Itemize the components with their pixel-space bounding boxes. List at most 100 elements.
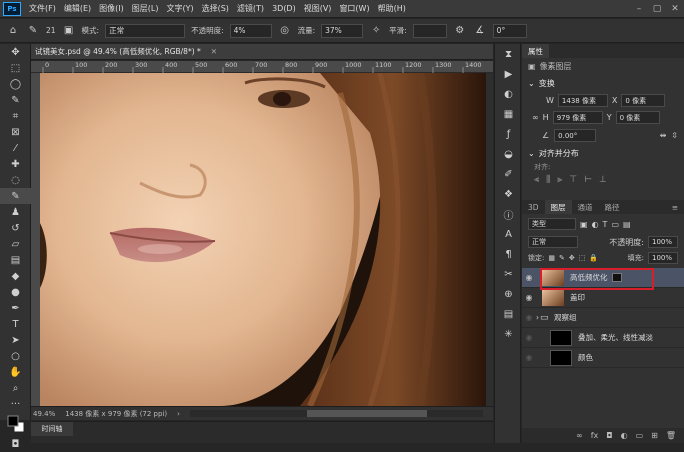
type-tool-icon[interactable]: T — [0, 316, 31, 332]
status-arrow-icon[interactable]: › — [177, 410, 180, 418]
delete-layer-icon[interactable]: 🗑 — [666, 431, 676, 440]
height-field[interactable]: 979 像素 — [552, 111, 603, 124]
menu-edit[interactable]: 编辑(E) — [60, 3, 95, 14]
filter-adjust-icon[interactable]: ◐ — [592, 220, 599, 229]
eye-icon[interactable]: ◉ — [522, 353, 536, 362]
brush-size[interactable]: 21 — [46, 26, 56, 35]
collapse-arrow-icon[interactable]: ⌄ — [528, 79, 535, 88]
clone-stamp-tool-icon[interactable]: ♟ — [0, 204, 31, 220]
lasso-tool-icon[interactable]: ◯ — [0, 76, 31, 92]
lock-all-icon[interactable]: 🔒 — [589, 254, 598, 262]
document-info[interactable]: 1438 像素 x 979 像素 (72 ppi) — [65, 409, 167, 419]
paragraph-icon[interactable]: ¶ — [495, 244, 522, 264]
menu-layer[interactable]: 图层(L) — [128, 3, 163, 14]
filter-shape-icon[interactable]: ▭ — [611, 220, 619, 229]
document-tab[interactable]: 试镜美女.psd @ 49.4% (高低频优化, RGB/8*) * ✕ — [31, 44, 493, 60]
libraries-icon[interactable]: ▦ — [495, 104, 522, 124]
link-icon[interactable]: ∞ — [532, 113, 539, 122]
clone-source-icon[interactable]: ❖ — [495, 184, 522, 204]
horizontal-scrollbar[interactable] — [189, 410, 483, 417]
eye-icon[interactable]: ◉ — [522, 333, 536, 342]
character-icon[interactable]: A — [495, 224, 522, 244]
close-window-button[interactable]: ✕ — [666, 4, 684, 14]
tab-paths[interactable]: 路径 — [599, 200, 626, 214]
tab-channels[interactable]: 通道 — [572, 200, 599, 214]
y-field[interactable]: 0 像素 — [615, 111, 660, 124]
adjustments-icon[interactable]: ◐ — [495, 84, 522, 104]
align-left-icon[interactable]: ⫷ — [534, 175, 539, 185]
layer-row[interactable]: ◉ › ▭ 观察组 — [522, 308, 684, 328]
menu-help[interactable]: 帮助(H) — [374, 3, 410, 14]
gradient-tool-icon[interactable]: ▤ — [0, 252, 31, 268]
tab-properties[interactable]: 属性 — [522, 44, 549, 58]
hand-tool-icon[interactable]: ✋ — [0, 364, 31, 380]
width-field[interactable]: 1438 像素 — [557, 94, 608, 107]
opacity-input[interactable]: 4% — [229, 23, 272, 38]
transform-section[interactable]: ⌄ 变换 — [522, 75, 684, 92]
new-group-icon[interactable]: ▭ — [636, 431, 644, 440]
dodge-tool-icon[interactable]: ● — [0, 284, 31, 300]
healing-brush-tool-icon[interactable]: ✚ — [0, 156, 31, 172]
maximize-button[interactable]: ▢ — [648, 4, 666, 14]
pressure-opacity-icon[interactable]: ◎ — [278, 25, 292, 36]
frame-tool-icon[interactable]: ⊠ — [0, 124, 31, 140]
add-mask-icon[interactable]: ◘ — [606, 431, 612, 440]
layer-filter-select[interactable]: 类型 — [528, 218, 576, 230]
brush-tool-icon[interactable]: ✎ — [0, 188, 31, 204]
angle-field[interactable]: 0.00° — [554, 129, 597, 142]
layer-opacity-input[interactable]: 100% — [648, 236, 678, 248]
eye-icon[interactable]: ◉ — [522, 273, 536, 282]
layer-row[interactable]: ◉ 高低频优化 — [522, 268, 684, 290]
layer-row[interactable]: ◉ 盖印 — [522, 288, 684, 308]
ellipse-tool-icon[interactable]: ○ — [0, 348, 31, 364]
layer-name[interactable]: 叠加、柔光、线性减淡 — [578, 332, 653, 343]
filter-smart-icon[interactable]: ▤ — [623, 220, 631, 229]
align-section[interactable]: ⌄ 对齐并分布 — [522, 145, 684, 162]
filter-type-icon[interactable]: T — [603, 220, 608, 229]
history-icon[interactable]: ⧗ — [495, 44, 522, 64]
align-hcenter-icon[interactable]: ⫼ — [546, 175, 550, 185]
mode-select[interactable]: 正常 — [105, 23, 186, 38]
quick-mask-icon[interactable]: ◘ — [0, 436, 31, 452]
actions-play-icon[interactable]: ▶ — [495, 64, 522, 84]
layer-name[interactable]: 盖印 — [570, 292, 585, 303]
brush-settings-icon[interactable]: ✐ — [495, 164, 522, 184]
tab-3d[interactable]: 3D — [522, 200, 545, 214]
lock-move-icon[interactable]: ✥ — [569, 254, 575, 262]
blur-tool-icon[interactable]: ◆ — [0, 268, 31, 284]
layer-name[interactable]: 观察组 — [554, 312, 577, 323]
lock-paint-icon[interactable]: ✎ — [559, 254, 565, 262]
link-layers-icon[interactable]: ∞ — [576, 431, 583, 440]
document-canvas[interactable] — [40, 73, 486, 406]
x-field[interactable]: 0 像素 — [621, 94, 666, 107]
menu-view[interactable]: 视图(V) — [300, 3, 336, 14]
channels-icon[interactable]: ▤ — [495, 304, 522, 324]
more-tools-icon[interactable]: ··· — [0, 396, 31, 412]
styles-icon[interactable]: ✳ — [495, 324, 522, 344]
menu-type[interactable]: 文字(Y) — [162, 3, 197, 14]
align-bottom-icon[interactable]: ⊥ — [599, 175, 607, 185]
close-tab-icon[interactable]: ✕ — [211, 47, 217, 56]
swatches-icon[interactable]: ◒ — [495, 144, 522, 164]
menu-3d[interactable]: 3D(D) — [268, 4, 300, 13]
crop-tool-icon[interactable]: ⌗ — [0, 108, 31, 124]
scrollbar-thumb[interactable] — [307, 410, 428, 417]
eye-icon[interactable]: ◉ — [522, 313, 536, 322]
navigator-icon[interactable]: ⊕ — [495, 284, 522, 304]
patch-tool-icon[interactable]: ◌ — [0, 172, 31, 188]
menu-filter[interactable]: 滤镜(T) — [233, 3, 268, 14]
flip-vertical-icon[interactable]: ⇳ — [671, 131, 678, 140]
eye-icon[interactable]: ◉ — [522, 293, 536, 302]
fx-icon[interactable]: fx — [591, 431, 599, 440]
path-select-tool-icon[interactable]: ➤ — [0, 332, 31, 348]
menu-file[interactable]: 文件(F) — [25, 3, 60, 14]
adjustment-layer-icon[interactable]: ◐ — [621, 431, 628, 440]
align-vcenter-icon[interactable]: ⊢ — [584, 175, 592, 185]
tab-layers[interactable]: 图层 — [544, 200, 572, 214]
flow-input[interactable]: 37% — [321, 23, 364, 38]
collapse-arrow-icon[interactable]: ⌄ — [528, 149, 535, 158]
panel-menu-icon[interactable]: ≡ — [672, 203, 684, 212]
history-brush-tool-icon[interactable]: ↺ — [0, 220, 31, 236]
brush-settings-icon[interactable]: ▣ — [62, 25, 76, 36]
home-icon[interactable]: ⌂ — [6, 25, 20, 36]
